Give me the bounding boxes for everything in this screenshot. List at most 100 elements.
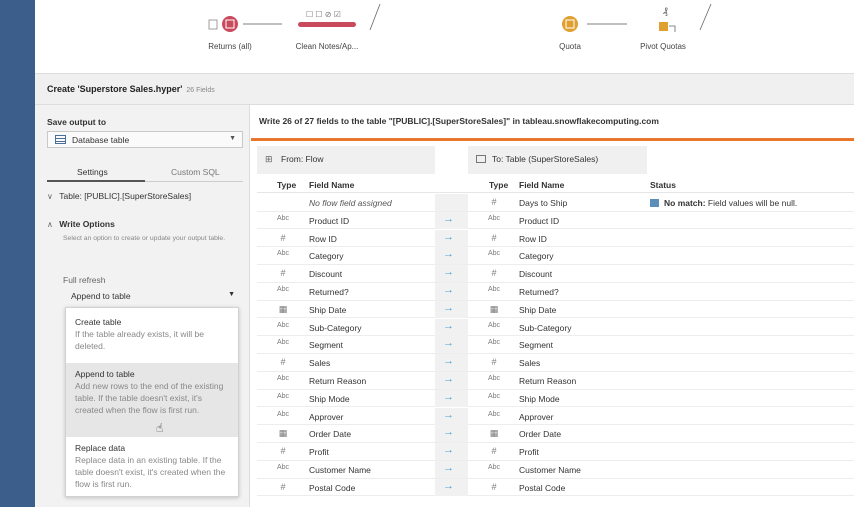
output-title-bar: Create 'Superstore Sales.hyper' 26 Fields: [35, 73, 854, 105]
from-field-name: Product ID: [309, 215, 350, 226]
number-type-icon: #: [491, 232, 497, 243]
arrow-right-icon: →: [443, 355, 454, 368]
arrow-right-icon: →: [443, 301, 454, 314]
number-type-icon: #: [280, 446, 286, 457]
quota-node-icon: [562, 16, 578, 32]
mapping-arrow-cell[interactable]: →: [435, 211, 468, 229]
svg-text:₰: ₰: [663, 6, 668, 16]
write-options-toggle[interactable]: ∧ Write Options: [47, 219, 115, 229]
string-type-icon: Abc: [276, 375, 290, 382]
from-field-name: Postal Code: [309, 482, 356, 493]
table-row[interactable]: # Sales → # Sales: [257, 354, 854, 372]
table-row[interactable]: Abc Sub-Category → Abc Sub-Category: [257, 318, 854, 337]
mapping-arrow-cell[interactable]: →: [435, 461, 468, 478]
to-field-name: Segment: [519, 340, 554, 351]
flow-node-returns[interactable]: [208, 16, 238, 32]
table-row[interactable]: ▦ Ship Date → ▦ Ship Date: [257, 300, 854, 319]
to-field-name: Order Date: [519, 429, 562, 440]
table-row[interactable]: Abc Approver → Abc Approver: [257, 407, 854, 426]
menu-option-create-table[interactable]: Create table If the table already exists…: [66, 311, 238, 363]
column-headers: Type Field Name Type Field Name Status: [257, 177, 854, 193]
table-row[interactable]: # Postal Code → # Postal Code: [257, 478, 854, 497]
node-label-pivot: Pivot Quotas: [640, 42, 686, 51]
mapping-arrow-cell[interactable]: →: [435, 407, 468, 425]
flow-node-clean[interactable]: ☐ ☐ ⊘ ☑: [298, 10, 356, 27]
save-output-value: Database table: [72, 135, 130, 145]
from-field-name: Customer Name: [309, 465, 371, 475]
to-field-name: Customer Name: [519, 465, 581, 475]
to-field-name: Category: [519, 251, 554, 262]
flow-node-quota[interactable]: [562, 16, 578, 32]
no-match-text: Field values will be null.: [705, 198, 798, 208]
table-row[interactable]: Abc Customer Name → Abc Customer Name: [257, 461, 854, 479]
node-label-returns: Returns (all): [208, 42, 252, 51]
table-row[interactable]: # Profit → # Profit: [257, 443, 854, 461]
arrow-right-icon: →: [443, 212, 454, 225]
mapping-arrow-cell[interactable]: →: [435, 372, 468, 389]
arrow-right-icon: →: [443, 266, 454, 279]
mapping-arrow-cell[interactable]: →: [435, 336, 468, 354]
mapping-arrow-cell[interactable]: [435, 194, 468, 211]
write-summary: Write 26 of 27 fields to the table "[PUB…: [259, 116, 659, 126]
string-type-icon: Abc: [487, 214, 501, 222]
number-type-icon: #: [280, 481, 286, 492]
menu-option-append-table[interactable]: Append to table Add new rows to the end …: [66, 363, 238, 437]
table-row[interactable]: Abc Product ID → Abc Product ID: [257, 211, 854, 230]
mapping-arrow-cell[interactable]: →: [435, 265, 468, 283]
string-type-icon: Abc: [487, 392, 501, 400]
to-field-name: Discount: [519, 269, 553, 280]
mapping-arrow-cell[interactable]: →: [435, 300, 468, 318]
table-label: Table: [PUBLIC].[SuperStoreSales]: [59, 191, 192, 201]
mapping-arrow-cell[interactable]: →: [435, 283, 468, 300]
arrow-right-icon: →: [443, 444, 454, 457]
mapping-arrow-cell[interactable]: →: [435, 354, 468, 372]
to-field-name: Sub-Category: [519, 322, 572, 333]
table-row[interactable]: No flow field assigned # Days to Ship No ma…: [257, 194, 854, 212]
table-row[interactable]: Abc Returned? → Abc Returned?: [257, 283, 854, 301]
svg-text:☐ ☐ ⊘ ☑: ☐ ☐ ⊘ ☑: [306, 10, 341, 19]
active-tab-indicator: [47, 180, 145, 182]
from-field-name: Returned?: [309, 287, 349, 297]
mapping-arrow-cell[interactable]: →: [435, 478, 468, 496]
save-output-select[interactable]: Database table ▼: [47, 131, 243, 148]
table-row[interactable]: # Row ID → # Row ID: [257, 229, 854, 248]
table-section-toggle[interactable]: ∨ Table: [PUBLIC].[SuperStoreSales]: [47, 191, 191, 201]
tab-custom-sql[interactable]: Custom SQL: [171, 167, 220, 177]
table-row[interactable]: Abc Ship Mode → Abc Ship Mode: [257, 389, 854, 408]
flow-node-pivot[interactable]: ₰: [659, 6, 676, 32]
flow-canvas: ☐ ☐ ⊘ ☑ ₰ Returns (all) Clean Notes/Ap..…: [35, 0, 854, 73]
menu-option-desc: Add new rows to the end of the existing …: [75, 381, 224, 415]
table-row[interactable]: Abc Segment → Abc Segment: [257, 336, 854, 355]
mapping-arrow-cell[interactable]: →: [435, 443, 468, 461]
table-row[interactable]: # Discount → # Discount: [257, 265, 854, 283]
table-icon: [55, 135, 66, 144]
date-type-icon: ▦: [278, 303, 288, 314]
string-type-icon: Abc: [487, 339, 501, 347]
col-status: Status: [650, 180, 676, 190]
mapping-arrow-cell[interactable]: →: [435, 247, 468, 265]
arrow-right-icon: →: [443, 319, 454, 332]
settings-panel: Save output to Database table ▼ Settings…: [35, 105, 250, 507]
table-row[interactable]: Abc Return Reason → Abc Return Reason: [257, 372, 854, 390]
menu-option-title: Replace data: [75, 443, 126, 453]
string-type-icon: Abc: [276, 321, 290, 329]
date-type-icon: ▦: [489, 428, 499, 439]
tab-settings[interactable]: Settings: [77, 167, 108, 177]
table-row[interactable]: ▦ Order Date → ▦ Order Date: [257, 425, 854, 444]
node-label-quota: Quota: [559, 42, 581, 51]
chevron-down-icon: ▼: [229, 135, 236, 142]
number-type-icon: #: [491, 357, 497, 368]
to-field-name: Return Reason: [519, 376, 577, 386]
number-type-icon: #: [280, 357, 286, 368]
write-mode-value: Append to table: [71, 291, 131, 301]
mapping-arrow-cell[interactable]: →: [435, 318, 468, 336]
mapping-arrow-cell[interactable]: →: [435, 389, 468, 407]
menu-option-replace-data[interactable]: Replace data Replace data in an existing…: [66, 437, 238, 495]
mapping-arrow-cell[interactable]: →: [435, 229, 468, 247]
write-mode-select[interactable]: Append to table ▼: [65, 289, 239, 303]
arrow-right-icon: →: [443, 337, 454, 350]
table-row[interactable]: Abc Category → Abc Category: [257, 247, 854, 266]
arrow-right-icon: →: [443, 230, 454, 243]
mapping-arrow-cell[interactable]: →: [435, 425, 468, 443]
number-type-icon: #: [280, 268, 286, 279]
